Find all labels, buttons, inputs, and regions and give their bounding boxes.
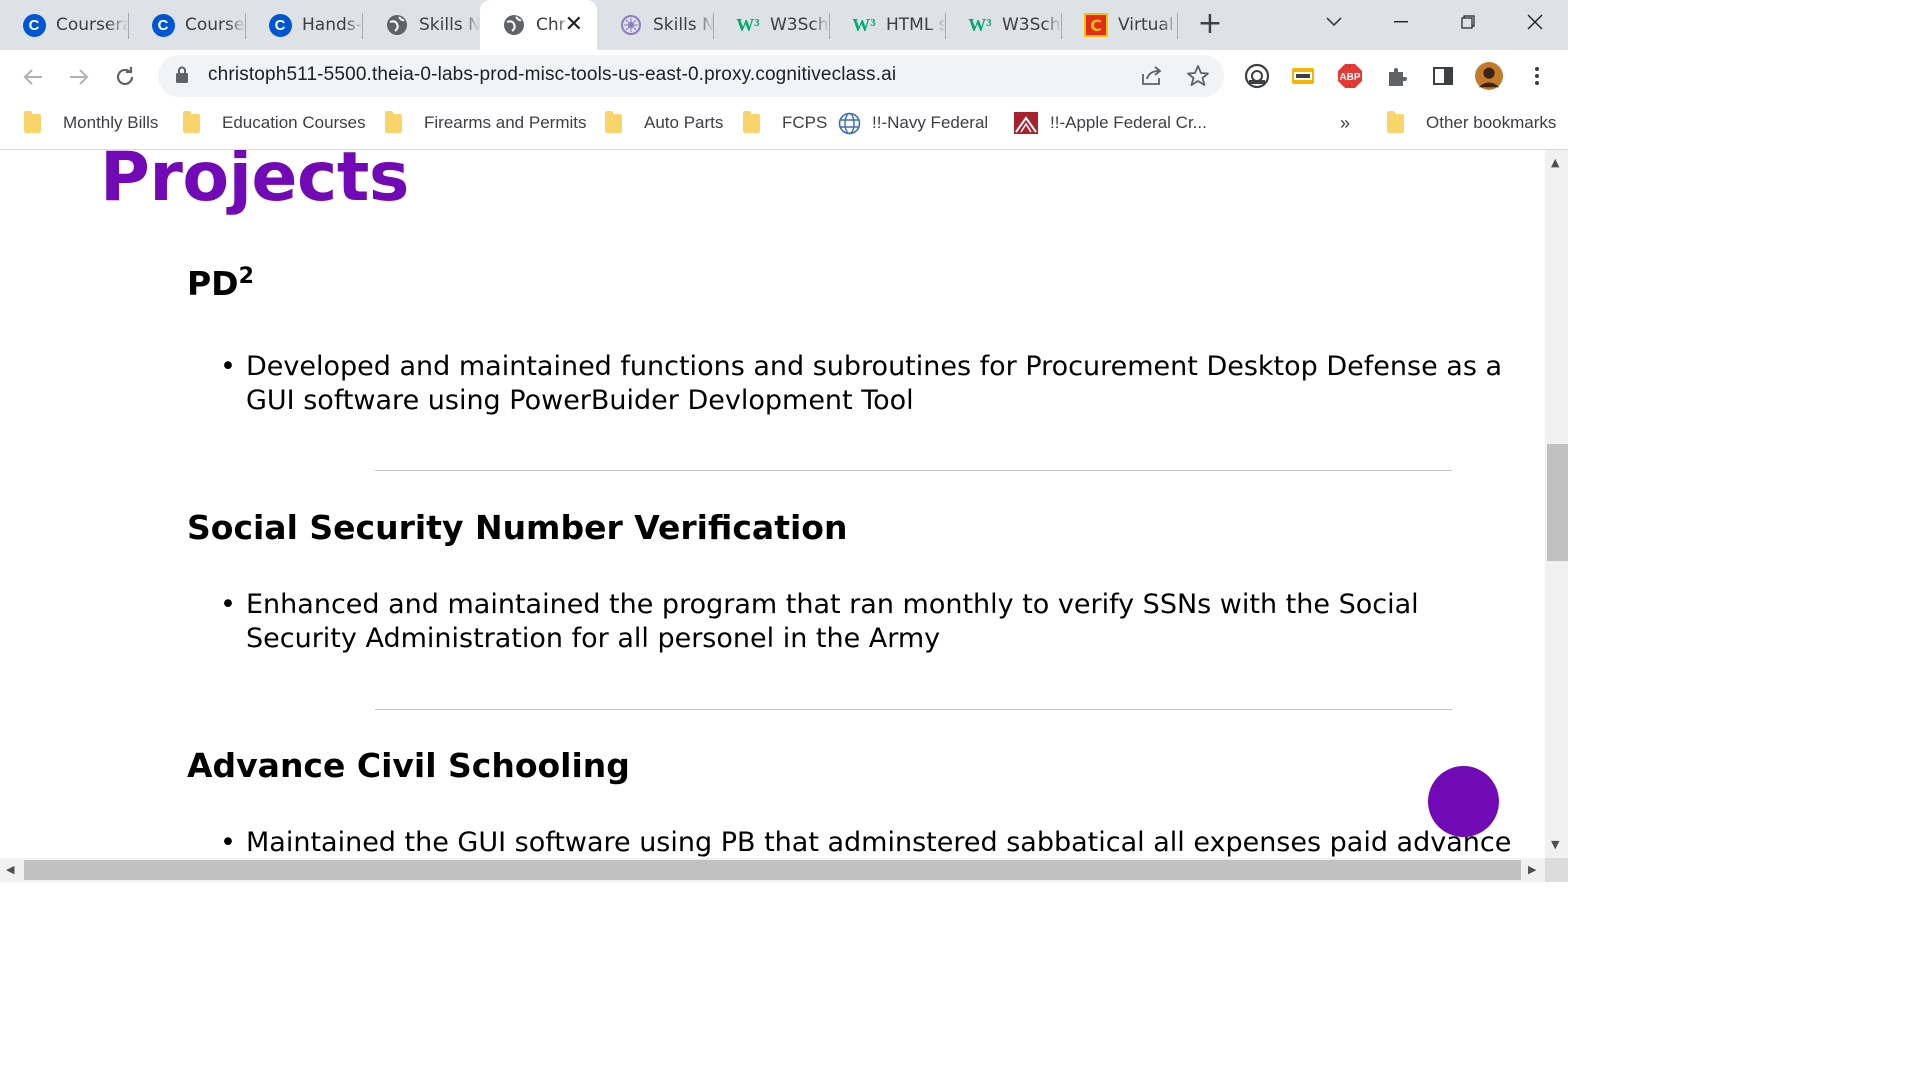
horizontal-scrollbar-thumb[interactable] xyxy=(24,860,1521,880)
tab-label: HTML se xyxy=(886,15,946,35)
tab-label: Skills Network xyxy=(419,15,480,35)
bookmarks-overflow-button[interactable]: » xyxy=(1340,110,1350,136)
tab-coursera-1[interactable]: C Coursera xyxy=(0,0,129,50)
bookmark-label: Education Courses xyxy=(222,113,366,132)
tab-label: Christopher xyxy=(536,15,568,35)
menu-kebab-icon[interactable] xyxy=(1523,62,1551,90)
list-item: • Enhanced and maintained the program th… xyxy=(220,588,1510,656)
profile-avatar[interactable] xyxy=(1475,62,1503,90)
bookmark-auto-parts[interactable]: Auto Parts xyxy=(605,110,723,136)
bookmark-label: Firearms and Permits xyxy=(424,113,587,132)
extension-audio-icon[interactable] xyxy=(1243,62,1271,90)
svg-text:ABP: ABP xyxy=(1339,72,1360,83)
scrollbar-corner xyxy=(1545,858,1568,882)
floating-action-button[interactable] xyxy=(1428,766,1499,837)
tab-skills-network-2[interactable]: Skills Network xyxy=(597,0,714,50)
folder-icon xyxy=(743,110,760,133)
bookmark-label: Monthly Bills xyxy=(63,113,159,132)
tab-label: Hands-on xyxy=(302,15,363,35)
back-icon[interactable] xyxy=(18,62,48,92)
tab-coursera-2[interactable]: C Coursera xyxy=(129,0,246,50)
bookmark-fcps[interactable]: FCPS xyxy=(743,110,827,136)
bookmark-monthly-bills[interactable]: Monthly Bills xyxy=(24,110,158,136)
bookmark-label: Auto Parts xyxy=(644,113,724,132)
tab-label: Skills Network xyxy=(653,15,714,35)
bookmark-label: !!-Apple Federal Cr... xyxy=(1050,113,1207,132)
coursera-icon: C xyxy=(268,13,292,37)
close-tab-icon[interactable]: ✕ xyxy=(565,12,583,37)
coursera-icon: C xyxy=(22,13,46,37)
tab-hands-on[interactable]: C Hands-on xyxy=(246,0,363,50)
globe-icon xyxy=(502,13,526,37)
bookmark-firearms-permits[interactable]: Firearms and Permits xyxy=(385,110,586,136)
restore-icon[interactable] xyxy=(1440,0,1496,44)
tab-label: Virtual C xyxy=(1118,15,1178,35)
virtual-c-icon: C xyxy=(1084,13,1108,37)
bullet-text: Enhanced and maintained the program that… xyxy=(246,589,1419,654)
w3schools-icon: W³ xyxy=(968,14,992,35)
bullet-text: Developed and maintained functions and s… xyxy=(246,351,1503,416)
bookmark-navy-federal[interactable]: !!-Navy Federal xyxy=(838,110,988,136)
page-title: Projects xyxy=(100,150,409,217)
bookmark-label: !!-Navy Federal xyxy=(872,113,989,132)
page-viewport: Projects PD2 • Developed and maintained … xyxy=(0,150,1545,858)
skills-network-icon xyxy=(619,13,643,37)
bookmark-star-icon[interactable] xyxy=(1184,62,1212,90)
adblock-icon[interactable]: ABP xyxy=(1336,62,1364,90)
tab-label: W3Schools xyxy=(1002,15,1062,35)
new-tab-button[interactable]: + xyxy=(1196,9,1224,39)
tab-w3schools-2[interactable]: W³ W3Schools xyxy=(946,0,1062,50)
folder-icon xyxy=(1387,110,1404,133)
coursera-icon: C xyxy=(151,13,175,37)
bookmark-education-courses[interactable]: Education Courses xyxy=(183,110,366,136)
url-text[interactable]: christoph511-5500.theia-0-labs-prod-misc… xyxy=(208,64,896,86)
bookmark-label: Other bookmarks xyxy=(1426,113,1557,132)
bookmark-label: FCPS xyxy=(782,113,828,132)
tab-label: W3Schools xyxy=(770,15,830,35)
tab-virtual[interactable]: C Virtual C xyxy=(1062,0,1178,50)
extension-coupon-icon[interactable] xyxy=(1289,62,1317,90)
project-title-acs: Advance Civil Schooling xyxy=(187,746,630,785)
extensions-puzzle-icon[interactable] xyxy=(1383,62,1411,90)
divider xyxy=(375,470,1452,471)
tab-label: Coursera xyxy=(56,15,129,35)
tab-skills-network-1[interactable]: Skills Network xyxy=(363,0,480,50)
tab-w3schools-1[interactable]: W³ W3Schools xyxy=(714,0,830,50)
bookmark-apple-federal[interactable]: !!-Apple Federal Cr... xyxy=(1014,110,1207,136)
tab-active-christopher[interactable]: Christopher ✕ xyxy=(480,0,597,50)
folder-icon xyxy=(385,110,402,133)
forward-icon[interactable] xyxy=(64,62,94,92)
globe-icon xyxy=(838,112,861,135)
divider xyxy=(375,709,1452,710)
share-icon[interactable] xyxy=(1138,62,1166,90)
tab-html[interactable]: W³ HTML se xyxy=(830,0,946,50)
scroll-right-arrow-icon[interactable]: ▶ xyxy=(1528,863,1536,876)
list-item: • Maintained the GUI software using PB t… xyxy=(220,827,1512,858)
project-title-pd2: PD2 xyxy=(187,264,254,303)
w3schools-icon: W³ xyxy=(736,14,760,35)
bullet-text: Maintained the GUI software using PB tha… xyxy=(246,827,1512,858)
scroll-left-arrow-icon[interactable]: ◀ xyxy=(6,863,14,876)
scroll-up-arrow-icon[interactable]: ▲ xyxy=(1551,156,1559,169)
reload-icon[interactable] xyxy=(110,62,140,92)
folder-icon xyxy=(24,110,41,133)
tab-search-icon[interactable] xyxy=(1306,0,1362,44)
lock-icon[interactable] xyxy=(176,66,188,84)
vertical-scrollbar-thumb[interactable] xyxy=(1547,444,1568,561)
tab-strip: C Coursera C Coursera C Hands-on Skills … xyxy=(0,0,1568,50)
apple-federal-icon xyxy=(1014,112,1038,134)
w3schools-icon: W³ xyxy=(852,14,876,35)
other-bookmarks[interactable]: Other bookmarks xyxy=(1387,110,1556,136)
tab-label: Coursera xyxy=(185,15,246,35)
list-item: • Developed and maintained functions and… xyxy=(220,350,1510,418)
close-window-icon[interactable] xyxy=(1507,0,1563,44)
folder-icon xyxy=(605,110,622,133)
project-title-ssn: Social Security Number Verification xyxy=(187,508,848,547)
folder-icon xyxy=(183,110,200,133)
minimize-icon[interactable] xyxy=(1373,0,1429,44)
scroll-down-arrow-icon[interactable]: ▼ xyxy=(1551,838,1559,851)
side-panel-icon[interactable] xyxy=(1429,62,1457,90)
globe-icon xyxy=(385,13,409,37)
